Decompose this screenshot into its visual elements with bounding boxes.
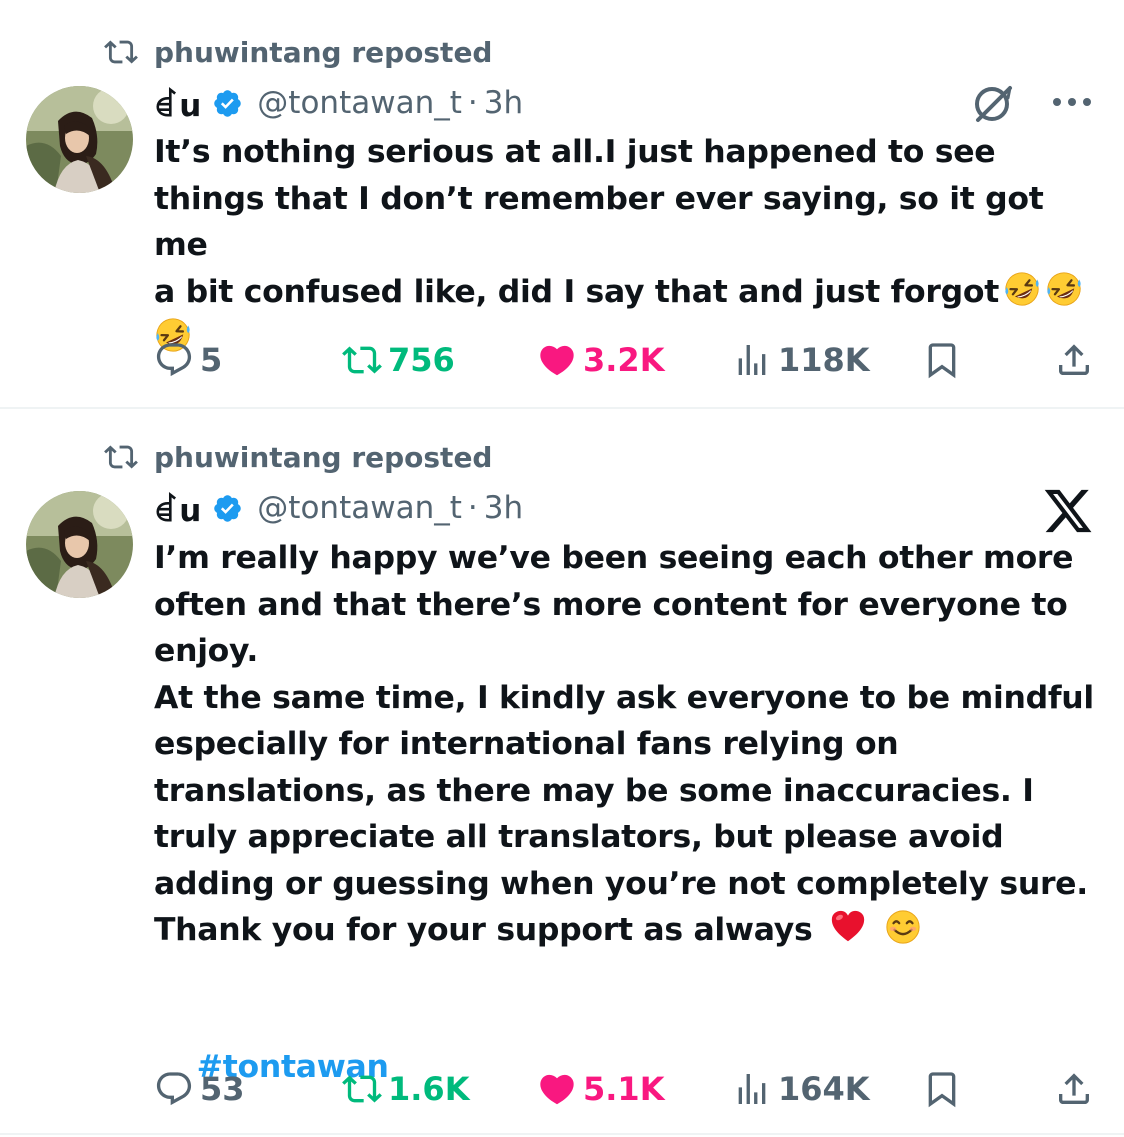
tweet-text: I’m really happy we’ve been seeing each … [154, 535, 1104, 954]
repost-indicator: phuwintang reposted [104, 34, 492, 70]
display-name[interactable]: ꀸu [154, 83, 202, 124]
repost-indicator: phuwintang reposted [104, 439, 492, 475]
handle[interactable]: @tontawan_t [257, 85, 462, 121]
views-icon [732, 340, 772, 380]
x-logo-icon [1042, 485, 1094, 537]
separator: · [467, 85, 478, 121]
reply-icon [154, 340, 194, 380]
like-button[interactable]: 3.2K [537, 336, 664, 384]
rolling-laugh-emoji-icon [1045, 270, 1083, 308]
reply-count: 53 [200, 1070, 245, 1108]
views-button[interactable]: 118K [732, 336, 870, 384]
bookmark-icon[interactable] [922, 1069, 962, 1109]
heart-icon [537, 340, 577, 380]
smiling-face-emoji-icon [884, 908, 922, 946]
reply-button[interactable]: 53 [154, 1065, 245, 1113]
handle[interactable]: @tontawan_t [257, 490, 462, 526]
tweet-text: It’s nothing serious at all.I just happe… [154, 129, 1104, 362]
reply-icon [154, 1069, 194, 1109]
repost-icon [104, 35, 138, 69]
tweet-text-content: I’m really happy we’ve been seeing each … [154, 540, 1094, 948]
view-count: 118K [778, 341, 870, 379]
avatar[interactable] [26, 86, 133, 193]
share-icon[interactable] [1054, 340, 1094, 380]
verified-badge-icon[interactable] [212, 88, 243, 119]
repost-label: phuwintang reposted [154, 440, 493, 474]
reply-count: 5 [200, 341, 223, 379]
repost-icon [342, 340, 382, 380]
repost-count: 756 [388, 341, 455, 379]
like-count: 5.1K [583, 1070, 665, 1108]
bookmark-icon[interactable] [922, 340, 962, 380]
timestamp[interactable]: 3h [484, 490, 523, 526]
red-heart-emoji-icon [829, 908, 867, 946]
grok-icon[interactable] [970, 80, 1018, 128]
repost-icon [342, 1069, 382, 1109]
tweet-card[interactable]: phuwintang reposted ꀸu @tontawan_t · 3h … [0, 0, 1124, 408]
action-bar: 53 1.6K 5.1K 164K [0, 1065, 1124, 1113]
repost-button[interactable]: 1.6K [342, 1065, 469, 1113]
more-icon[interactable] [1050, 94, 1094, 110]
author-row: ꀸu @tontawan_t · 3h [154, 488, 523, 529]
separator: · [467, 490, 478, 526]
heart-icon [537, 1069, 577, 1109]
timestamp[interactable]: 3h [484, 85, 523, 121]
divider [0, 1133, 1124, 1135]
action-bar: 5 756 3.2K 118K [0, 336, 1124, 384]
avatar[interactable] [26, 491, 133, 598]
tweet-text-content: It’s nothing serious at all.I just happe… [154, 134, 1044, 310]
share-icon[interactable] [1054, 1069, 1094, 1109]
repost-button[interactable]: 756 [342, 336, 455, 384]
display-name[interactable]: ꀸu [154, 488, 202, 529]
views-button[interactable]: 164K [732, 1065, 870, 1113]
rolling-laugh-emoji-icon [1003, 270, 1041, 308]
repost-count: 1.6K [388, 1070, 470, 1108]
author-row: ꀸu @tontawan_t · 3h [154, 83, 523, 124]
tweet-card[interactable]: phuwintang reposted ꀸu @tontawan_t · 3h … [0, 409, 1124, 1137]
repost-label: phuwintang reposted [154, 35, 493, 69]
view-count: 164K [778, 1070, 870, 1108]
views-icon [732, 1069, 772, 1109]
like-button[interactable]: 5.1K [537, 1065, 664, 1113]
reply-button[interactable]: 5 [154, 336, 222, 384]
repost-icon [104, 440, 138, 474]
verified-badge-icon[interactable] [212, 493, 243, 524]
like-count: 3.2K [583, 341, 665, 379]
